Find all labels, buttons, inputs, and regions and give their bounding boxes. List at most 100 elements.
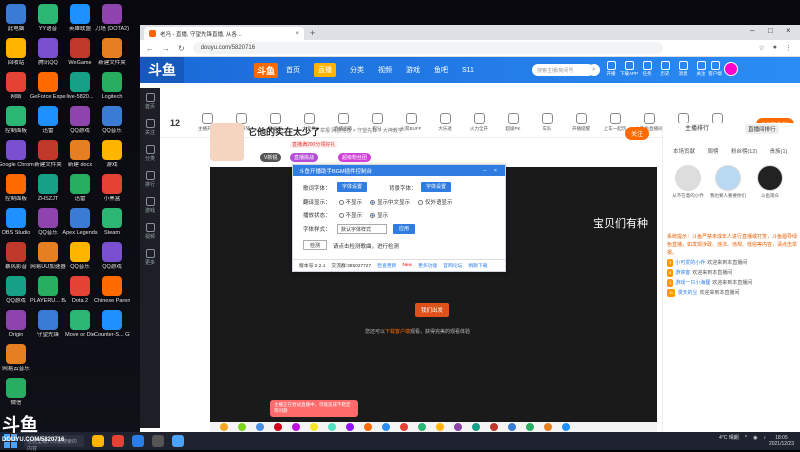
desktop-icon[interactable]: QQ音乐	[30, 208, 66, 236]
tag-new[interactable]: V新锐	[260, 153, 282, 162]
forward-icon[interactable]: →	[162, 44, 170, 53]
desktop-icon[interactable]: Counter-S... Global Of...	[94, 310, 130, 338]
side-follow[interactable]: 关注	[140, 114, 160, 140]
desktop-icon[interactable]: OBS Studio	[0, 208, 34, 236]
chat-user-name[interactable]: 小可爱的小乔	[675, 260, 705, 266]
detect-button[interactable]: 检测	[303, 240, 327, 250]
gift-icon[interactable]	[346, 423, 354, 431]
gift-icon[interactable]	[274, 423, 282, 431]
desktop-icon[interactable]: Move or Die	[62, 310, 98, 338]
chat-user-name[interactable]: 漫天的尘	[677, 290, 697, 296]
douyu-brand[interactable]: 斗鱼	[254, 62, 279, 78]
url-input[interactable]: douyu.com/5820716	[192, 42, 663, 54]
rank-1[interactable]: 从不在意的小乔	[672, 165, 704, 199]
gift-icon[interactable]	[220, 423, 228, 431]
desktop-icon[interactable]: GeForce Experience	[30, 72, 66, 100]
desktop-icon[interactable]: QQ游戏	[0, 276, 34, 304]
weather-text[interactable]: 4°C 晴朗	[719, 434, 739, 441]
subtab-noble[interactable]: 贵族(1)	[770, 147, 788, 155]
search-input[interactable]: 搜索主播/房间号	[532, 64, 594, 76]
desktop-icon[interactable]: 控制面板	[0, 174, 34, 202]
desktop-icon[interactable]: live-5820...	[62, 72, 98, 100]
chrome-icon[interactable]	[112, 435, 124, 447]
gift-icon[interactable]	[238, 423, 246, 431]
header-message-icon[interactable]: 消息	[674, 61, 692, 77]
subtab-week[interactable]: 周榜	[707, 147, 718, 155]
check-update-link[interactable]: 检查更新	[377, 262, 396, 269]
gift-icon[interactable]	[400, 423, 408, 431]
desktop-icon[interactable]: 迅雷	[30, 106, 66, 134]
chat-user-name[interactable]: 游戏一只小海狸	[675, 280, 710, 286]
nav-s11[interactable]: S11	[462, 67, 474, 74]
desktop-icon[interactable]: QQ音乐	[94, 106, 130, 134]
desktop-icon[interactable]: 此电脑	[0, 4, 34, 32]
gift-icon[interactable]	[256, 423, 264, 431]
side-more[interactable]: 更多	[140, 244, 160, 270]
desktop-icon[interactable]: 小黑盒	[94, 174, 130, 202]
font-style-select[interactable]: 默认字体样式	[337, 224, 387, 234]
new-tab-icon[interactable]: +	[310, 28, 315, 38]
nav-category[interactable]: 分类	[350, 65, 364, 75]
subtab-fans[interactable]: 粉丝榜(12)	[731, 147, 757, 155]
close-window-icon[interactable]: ×	[786, 26, 791, 35]
obs-icon[interactable]	[152, 435, 164, 447]
minimize-icon[interactable]: –	[750, 26, 754, 35]
desktop-icon[interactable]: 游戏	[94, 140, 130, 168]
download-client-link[interactable]: 下载客户端	[385, 329, 410, 335]
tray-up-icon[interactable]: ^	[745, 435, 747, 441]
user-avatar[interactable]	[724, 62, 738, 76]
room-badge[interactable]: 直播满200分领好礼	[290, 141, 338, 148]
lyric-font-button[interactable]: 字体设置	[337, 182, 367, 192]
tab-room-rank[interactable]: 直播间排行	[745, 124, 779, 134]
gift-icon[interactable]	[454, 423, 462, 431]
gift-icon[interactable]	[544, 423, 552, 431]
rank-2[interactable]: 我也要人要要你们	[710, 165, 746, 199]
desktop-icon[interactable]: Chinese Parents	[94, 276, 130, 304]
gift-icon[interactable]	[310, 423, 318, 431]
gift-icon[interactable]	[292, 423, 300, 431]
desktop-icon[interactable]: 微信	[0, 378, 34, 406]
gift-icon[interactable]	[508, 423, 516, 431]
desktop-icon[interactable]: 英雄联盟	[62, 4, 98, 32]
gift-icon[interactable]	[418, 423, 426, 431]
rank-3[interactable]: 斗鱼观众	[755, 165, 785, 199]
donate-link[interactable]: 捐款下载	[468, 262, 487, 269]
side-game[interactable]: 游戏	[140, 192, 160, 218]
nav-live[interactable]: 直播	[314, 63, 337, 77]
explorer-icon[interactable]	[92, 435, 104, 447]
subtab-contrib[interactable]: 本场贡献	[673, 147, 695, 155]
clock[interactable]: 18:05 2021/12/23	[769, 435, 794, 447]
notice-banner[interactable]: 主播正在尝试直播中，可能造成不稳定等问题	[270, 400, 358, 417]
tag-challenge[interactable]: 直播挑战	[290, 153, 319, 162]
desktop-icon[interactable]: PLAYERU... BATTLEGR...	[30, 276, 66, 304]
enter-button[interactable]: 我们出发	[415, 303, 450, 317]
tag-fans[interactable]: 超级粉丝团	[338, 153, 372, 162]
header-client-icon[interactable]: 客户端	[706, 61, 724, 77]
nav-home[interactable]: 首页	[286, 65, 300, 75]
desktop-icon[interactable]: 新建文件夹	[94, 38, 130, 66]
desktop-icon[interactable]: 网络	[0, 72, 34, 100]
desktop-icon[interactable]: 腾讯QQ	[30, 38, 66, 66]
translate-both-radio[interactable]	[370, 200, 376, 205]
reload-icon[interactable]: ↻	[178, 44, 185, 53]
desktop-icon[interactable]: 新建 docx	[62, 140, 98, 168]
desktop-icon[interactable]: Logitech	[94, 72, 130, 100]
translate-off-radio[interactable]	[338, 200, 344, 205]
desktop-icon[interactable]: 迅雷	[62, 174, 98, 202]
gift-icon[interactable]	[490, 423, 498, 431]
translate-foreign-radio[interactable]	[418, 200, 424, 205]
chat-user-name[interactable]: 游侠客	[675, 270, 690, 276]
desktop-icon[interactable]: ZHSZJT	[30, 174, 66, 202]
playstate-on-radio[interactable]	[370, 213, 376, 218]
gift-icon[interactable]	[526, 423, 534, 431]
plugin-window-controls[interactable]: – ×	[483, 168, 500, 174]
bg-font-button[interactable]: 字体设置	[421, 182, 451, 192]
desktop-icon[interactable]: 网易云音乐	[0, 344, 34, 372]
tab-douyu[interactable]: 老冯 - 直播, 守望先锋直播, 从各... ×	[144, 27, 304, 40]
header-task-icon[interactable]: 任务	[638, 61, 656, 77]
volume-icon[interactable]: ♪	[764, 435, 767, 441]
desktop-icon[interactable]: QQ游戏	[94, 242, 130, 270]
nav-game[interactable]: 游戏	[406, 65, 420, 75]
profile-icon[interactable]: ●	[773, 44, 777, 52]
desktop-icon[interactable]: Google Chrome	[0, 140, 34, 168]
